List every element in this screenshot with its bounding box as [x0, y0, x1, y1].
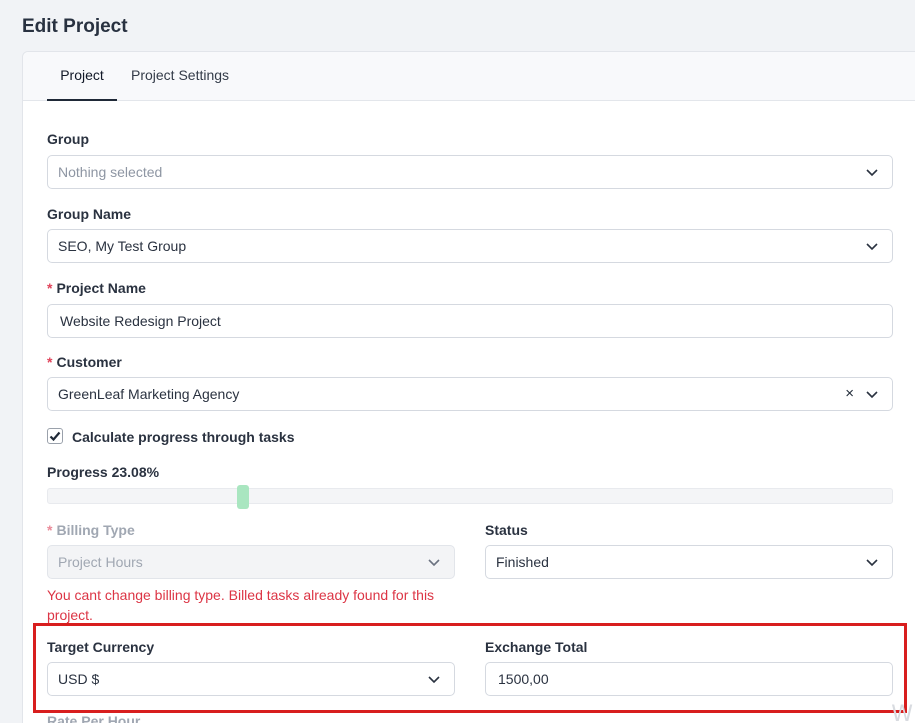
- progress-label: Progress 23.08%: [47, 464, 160, 480]
- progress-slider-handle[interactable]: [236, 485, 249, 509]
- exchange-total-input[interactable]: 1500,00: [485, 662, 893, 696]
- status-select[interactable]: Finished: [485, 545, 893, 579]
- chevron-down-icon: [866, 243, 878, 251]
- calc-progress-checkbox[interactable]: [47, 428, 63, 444]
- customer-value: GreenLeaf Marketing Agency: [58, 386, 240, 402]
- group-name-select[interactable]: SEO, My Test Group: [47, 229, 893, 263]
- group-label: Group: [47, 131, 89, 147]
- watermark: W: [891, 702, 913, 723]
- billing-type-value: Project Hours: [58, 554, 143, 570]
- tab-project-settings[interactable]: Project Settings: [131, 52, 229, 101]
- chevron-down-icon: [428, 559, 440, 567]
- checkmark-icon: [49, 431, 61, 442]
- group-placeholder: Nothing selected: [58, 164, 163, 180]
- exchange-total-value: 1500,00: [498, 671, 549, 687]
- tab-bar: Project Project Settings: [23, 52, 915, 101]
- group-name-value: SEO, My Test Group: [58, 238, 187, 254]
- project-name-value: Website Redesign Project: [60, 313, 221, 329]
- status-label: Status: [485, 522, 528, 538]
- target-currency-select[interactable]: USD $: [47, 662, 455, 696]
- billing-type-label-text: Billing Type: [56, 522, 135, 538]
- group-name-label: Group Name: [47, 206, 132, 222]
- edit-project-panel: Project Project Settings Group Nothing s…: [22, 51, 915, 723]
- target-currency-label: Target Currency: [47, 639, 155, 655]
- target-currency-value: USD $: [58, 671, 100, 687]
- customer-label: * Customer: [47, 354, 122, 370]
- required-mark: *: [47, 354, 53, 370]
- close-icon[interactable]: ×: [845, 378, 854, 410]
- project-name-label: * Project Name: [47, 280, 146, 296]
- exchange-total-label: Exchange Total: [485, 639, 588, 655]
- project-name-label-text: Project Name: [56, 280, 146, 296]
- group-select[interactable]: Nothing selected: [47, 155, 893, 189]
- billing-type-select: Project Hours: [47, 545, 455, 579]
- billing-type-label: * Billing Type: [47, 522, 135, 538]
- billing-type-error: You cant change billing type. Billed tas…: [47, 587, 435, 623]
- chevron-down-icon: [428, 676, 440, 684]
- tab-project[interactable]: Project: [47, 52, 117, 101]
- status-value: Finished: [496, 554, 549, 570]
- chevron-down-icon: [866, 391, 878, 399]
- required-mark: *: [47, 522, 53, 538]
- required-mark: *: [47, 280, 53, 296]
- rate-per-hour-label: Rate Per Hour: [47, 713, 141, 723]
- chevron-down-icon: [866, 559, 878, 567]
- page-title: Edit Project: [22, 16, 128, 37]
- chevron-down-icon: [866, 169, 878, 177]
- customer-select[interactable]: GreenLeaf Marketing Agency ×: [47, 377, 893, 411]
- calc-progress-label: Calculate progress through tasks: [72, 429, 295, 445]
- progress-slider[interactable]: [47, 485, 893, 509]
- project-name-input[interactable]: Website Redesign Project: [47, 304, 893, 338]
- customer-label-text: Customer: [56, 354, 122, 370]
